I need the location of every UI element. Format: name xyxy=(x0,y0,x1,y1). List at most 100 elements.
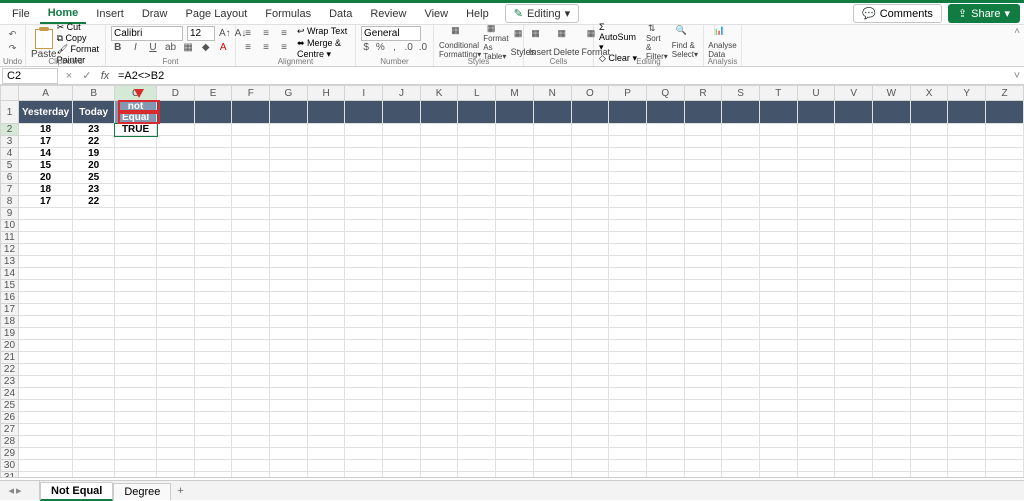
cell[interactable] xyxy=(910,172,948,184)
cell[interactable] xyxy=(835,472,873,479)
cell[interactable] xyxy=(533,244,571,256)
cell[interactable] xyxy=(797,244,835,256)
cell[interactable] xyxy=(873,388,911,400)
row-header[interactable]: 30 xyxy=(1,460,19,472)
menu-draw[interactable]: Draw xyxy=(134,5,176,23)
cell[interactable] xyxy=(157,196,195,208)
cell[interactable] xyxy=(496,160,534,172)
cell[interactable] xyxy=(684,424,722,436)
cell[interactable] xyxy=(458,460,496,472)
column-header[interactable]: N xyxy=(533,86,571,101)
cell[interactable] xyxy=(73,280,115,292)
cell[interactable] xyxy=(873,256,911,268)
cell[interactable] xyxy=(910,220,948,232)
row-header[interactable]: 29 xyxy=(1,448,19,460)
cell[interactable] xyxy=(232,328,270,340)
cell[interactable] xyxy=(496,436,534,448)
cell[interactable] xyxy=(646,352,684,364)
cell[interactable] xyxy=(609,172,647,184)
cell[interactable] xyxy=(496,148,534,160)
increase-decimal-button[interactable]: .0 xyxy=(404,40,414,54)
cell[interactable] xyxy=(420,124,458,136)
cell[interactable] xyxy=(571,208,609,220)
column-header[interactable]: W xyxy=(873,86,911,101)
column-header[interactable]: Q xyxy=(646,86,684,101)
row-header[interactable]: 31 xyxy=(1,472,19,479)
cell[interactable] xyxy=(232,364,270,376)
cell[interactable] xyxy=(684,352,722,364)
cell[interactable] xyxy=(646,460,684,472)
column-header[interactable]: U xyxy=(797,86,835,101)
cell[interactable] xyxy=(910,292,948,304)
cell[interactable] xyxy=(646,280,684,292)
cell[interactable] xyxy=(383,292,421,304)
cell[interactable] xyxy=(797,232,835,244)
cell[interactable] xyxy=(270,340,308,352)
cell[interactable] xyxy=(533,448,571,460)
cell[interactable] xyxy=(232,460,270,472)
cell[interactable] xyxy=(684,316,722,328)
menu-view[interactable]: View xyxy=(416,5,456,23)
cell[interactable] xyxy=(420,472,458,479)
cell[interactable] xyxy=(646,184,684,196)
cell[interactable] xyxy=(194,376,232,388)
cell[interactable] xyxy=(948,388,986,400)
cell[interactable] xyxy=(194,101,232,124)
font-color-button[interactable]: A xyxy=(216,40,230,54)
cell[interactable] xyxy=(458,328,496,340)
cell[interactable] xyxy=(458,412,496,424)
cell[interactable] xyxy=(873,412,911,424)
cell[interactable] xyxy=(835,232,873,244)
cell[interactable] xyxy=(345,268,383,280)
cell[interactable] xyxy=(910,412,948,424)
cell[interactable] xyxy=(986,352,1024,364)
cell[interactable] xyxy=(986,208,1024,220)
cell[interactable] xyxy=(232,256,270,268)
cell[interactable] xyxy=(420,196,458,208)
cell[interactable] xyxy=(910,268,948,280)
cell[interactable] xyxy=(307,436,345,448)
cell[interactable] xyxy=(307,124,345,136)
cell[interactable] xyxy=(420,280,458,292)
cell[interactable] xyxy=(910,352,948,364)
cell[interactable] xyxy=(571,328,609,340)
cell[interactable] xyxy=(835,184,873,196)
tab-next-button[interactable]: ▸ xyxy=(16,484,22,497)
cell[interactable] xyxy=(873,220,911,232)
cell[interactable] xyxy=(646,400,684,412)
cell[interactable] xyxy=(157,352,195,364)
row-header[interactable]: 18 xyxy=(1,316,19,328)
cell[interactable] xyxy=(759,232,797,244)
column-header[interactable]: X xyxy=(910,86,948,101)
cell[interactable] xyxy=(835,376,873,388)
column-header[interactable]: D xyxy=(157,86,195,101)
cell[interactable] xyxy=(345,304,383,316)
cell[interactable] xyxy=(571,244,609,256)
cell[interactable] xyxy=(533,364,571,376)
cell[interactable] xyxy=(646,388,684,400)
cell[interactable] xyxy=(759,388,797,400)
cell[interactable] xyxy=(420,101,458,124)
cell[interactable] xyxy=(986,160,1024,172)
cell[interactable] xyxy=(157,101,195,124)
menu-page-layout[interactable]: Page Layout xyxy=(177,5,255,23)
cell[interactable] xyxy=(383,472,421,479)
cell[interactable] xyxy=(307,196,345,208)
cell[interactable] xyxy=(345,101,383,124)
cell[interactable] xyxy=(270,220,308,232)
cell[interactable] xyxy=(910,328,948,340)
cell[interactable] xyxy=(609,256,647,268)
sheet-tab-degree[interactable]: Degree xyxy=(113,483,171,500)
cell[interactable] xyxy=(496,172,534,184)
cell[interactable] xyxy=(232,304,270,316)
cell[interactable] xyxy=(722,304,760,316)
cell[interactable] xyxy=(73,436,115,448)
cell[interactable] xyxy=(722,101,760,124)
cell[interactable] xyxy=(986,412,1024,424)
cell[interactable] xyxy=(383,232,421,244)
cell[interactable] xyxy=(232,400,270,412)
cell[interactable] xyxy=(533,352,571,364)
cell[interactable] xyxy=(345,460,383,472)
cell[interactable] xyxy=(383,352,421,364)
cell[interactable] xyxy=(873,340,911,352)
